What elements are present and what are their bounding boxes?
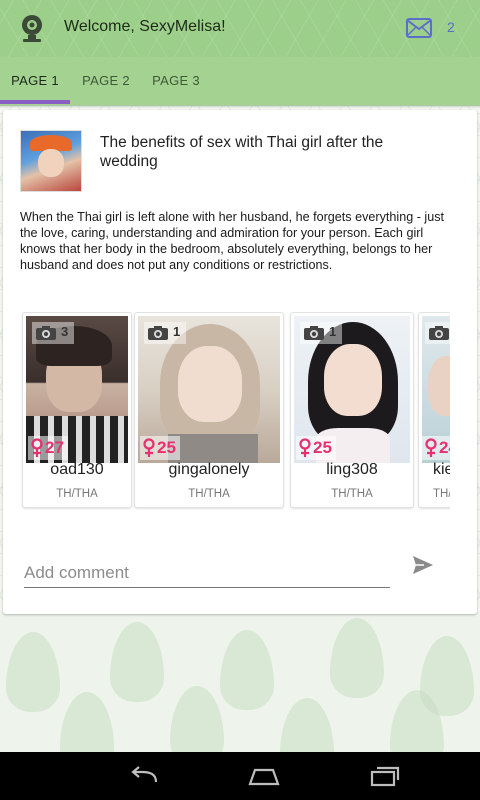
photo-count: 1 — [144, 322, 186, 344]
female-icon — [299, 438, 311, 457]
profile-card[interactable]: 3 27 oad130 TH/THA — [22, 312, 132, 508]
active-tab-indicator — [0, 100, 70, 104]
photo-count: 1 — [300, 322, 342, 344]
female-icon — [31, 438, 43, 457]
age-badge: 25 — [296, 436, 336, 460]
tab-page-2[interactable]: PAGE 2 — [70, 57, 142, 105]
photo-count — [425, 322, 450, 344]
mail-icon[interactable] — [406, 18, 432, 38]
system-nav-bar — [0, 752, 480, 800]
profile-card[interactable]: 1 25 gingalonely TH/THA — [134, 312, 284, 508]
female-icon — [143, 438, 155, 457]
post-body: When the Thai girl is left alone with he… — [20, 210, 444, 272]
post-title: The benefits of sex with Thai girl after… — [100, 134, 384, 170]
mail-count-badge[interactable]: 2 — [447, 19, 455, 35]
back-icon[interactable] — [128, 764, 162, 788]
profile-carousel[interactable]: 3 27 oad130 TH/THA 1 25 gingalonely TH/T… — [20, 312, 450, 510]
camera-icon — [429, 326, 449, 340]
profile-country: TH/THA — [188, 488, 230, 500]
profile-country: TH/THA — [331, 488, 373, 500]
profile-name[interactable]: gingalonely — [135, 461, 283, 479]
photo-count: 3 — [32, 322, 74, 344]
profile-country: TH/THA — [56, 488, 98, 500]
post-card: The benefits of sex with Thai girl after… — [3, 110, 477, 614]
welcome-title: Welcome, SexyMelisa! — [64, 18, 226, 35]
author-avatar[interactable] — [20, 130, 82, 192]
profile-card[interactable]: 24 kie TH/THA — [418, 312, 450, 508]
profile-name[interactable]: oad130 — [23, 461, 131, 479]
recents-icon[interactable] — [368, 764, 402, 788]
profile-name[interactable]: kie — [419, 461, 450, 479]
camera-icon — [148, 326, 168, 340]
female-icon — [425, 438, 437, 457]
age-badge: 25 — [140, 436, 180, 460]
webcam-icon[interactable] — [16, 12, 48, 44]
age-badge: 24 — [422, 436, 450, 460]
camera-icon — [304, 326, 324, 340]
tab-bar: PAGE 1 PAGE 2 PAGE 3 — [0, 57, 480, 106]
tab-page-1[interactable]: PAGE 1 — [0, 57, 70, 105]
decorative-pattern — [0, 612, 480, 752]
profile-card[interactable]: 1 25 ling308 TH/THA — [290, 312, 414, 508]
comment-input[interactable] — [24, 559, 390, 588]
home-icon[interactable] — [247, 764, 281, 788]
profile-name[interactable]: ling308 — [291, 461, 413, 479]
profile-country: TH/THA — [433, 488, 450, 500]
age-badge: 27 — [28, 436, 68, 460]
camera-icon — [36, 326, 56, 340]
send-icon[interactable] — [412, 555, 434, 575]
tab-bar-shadow — [0, 105, 480, 108]
tab-page-3[interactable]: PAGE 3 — [140, 57, 212, 105]
app-bar: Welcome, SexyMelisa! 2 — [0, 0, 480, 57]
